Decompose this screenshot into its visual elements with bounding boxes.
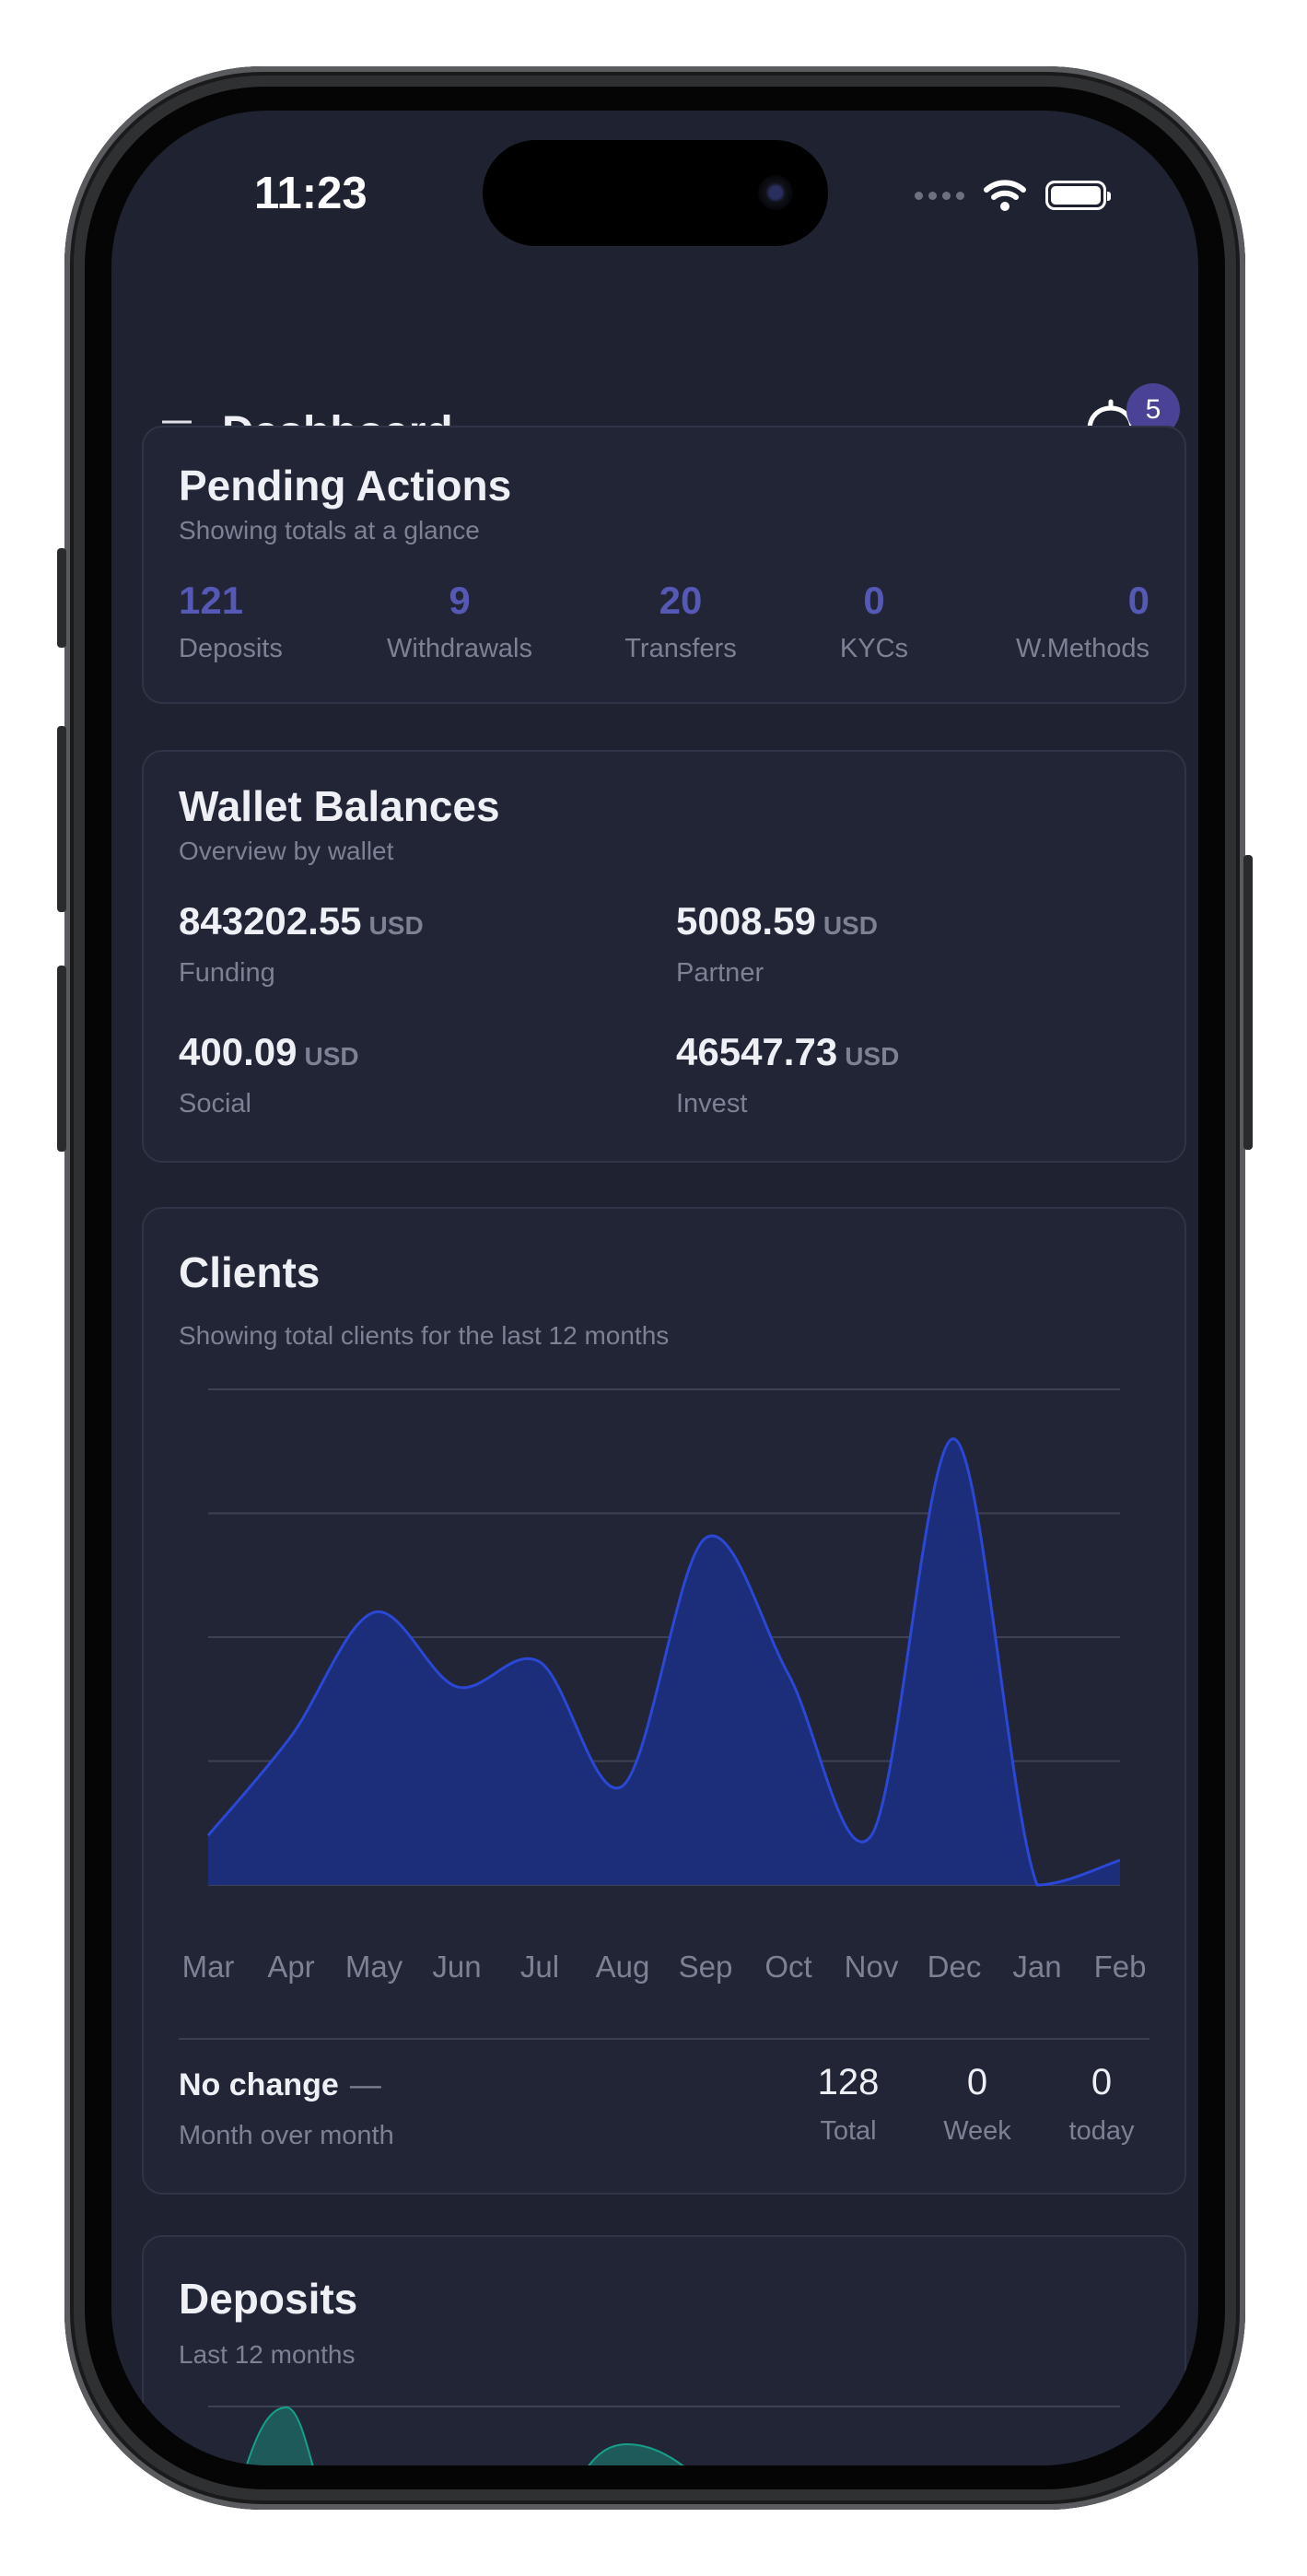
deposits-area <box>588 2442 684 2465</box>
wallet-amount: 5008.59 <box>676 899 816 943</box>
x-tick-label: Sep <box>678 1950 733 1984</box>
wallet-funding[interactable]: 843202.55 USD Funding <box>179 899 424 989</box>
deposits-area-chart <box>208 2406 1120 2465</box>
deposits-area <box>245 2406 314 2465</box>
stat-value: 9 <box>449 579 471 622</box>
divider <box>179 2038 1149 2040</box>
deposits-card: Deposits Last 12 months <box>142 2235 1186 2465</box>
wallet-label: Invest <box>676 1089 748 1118</box>
stat-kycs[interactable]: 0 KYCs <box>833 579 916 664</box>
wallet-currency: USD <box>823 911 878 940</box>
dynamic-island <box>483 140 828 246</box>
power-button <box>1243 855 1253 1150</box>
x-tick-label: Dec <box>927 1950 982 1984</box>
card-subtitle: Overview by wallet <box>179 837 394 865</box>
change-caption: Month over month <box>179 2121 394 2150</box>
wallet-amount: 400.09 <box>179 1030 298 1073</box>
wallet-label: Funding <box>179 958 275 988</box>
clients-area-chart <box>206 1388 1121 1887</box>
wallet-currency: USD <box>845 1042 900 1071</box>
wallet-currency: USD <box>304 1042 359 1071</box>
stat-label: W.Methods <box>1015 634 1149 663</box>
x-tick-label: Apr <box>267 1950 315 1984</box>
screen: 11:23 Dashboard 5 Pending Actions Showin… <box>111 111 1198 2465</box>
wallet-balances-card: Wallet Balances Overview by wallet 84320… <box>142 750 1186 1163</box>
x-tick-label: Jun <box>432 1950 482 1984</box>
stat-value: 0 <box>1091 2062 1113 2102</box>
x-tick-label: Aug <box>595 1950 650 1984</box>
camera-icon <box>758 175 793 210</box>
stat-label: Deposits <box>179 634 283 663</box>
pending-stats: 121 Deposits 9 Withdrawals 20 Transfers … <box>179 579 1149 671</box>
stat-label: Transfers <box>624 634 737 663</box>
x-tick-label: Oct <box>764 1950 812 1984</box>
status-icons <box>915 175 1111 216</box>
stat-label: KYCs <box>839 634 909 663</box>
clients-total: 128 Total <box>788 2062 908 2147</box>
clients-today: 0 today <box>1051 2062 1152 2147</box>
x-tick-label: Nov <box>844 1950 899 1984</box>
stat-withdrawals[interactable]: 9 Withdrawals <box>381 579 538 664</box>
battery-icon <box>1045 181 1111 210</box>
x-tick-label: Jul <box>519 1950 560 1984</box>
volume-down-button <box>57 966 66 1152</box>
signal-icon <box>915 191 964 200</box>
clients-week: 0 Week <box>927 2062 1028 2147</box>
card-title: Wallet Balances <box>179 782 500 830</box>
x-tick-label: May <box>344 1950 403 1984</box>
stat-withdrawal-methods[interactable]: 0 W.Methods <box>1016 579 1149 664</box>
stat-label: Total <box>820 2116 877 2146</box>
change-label: No change <box>179 2067 339 2102</box>
change-indicator: No change — <box>179 2067 381 2103</box>
clients-card: Clients Showing total clients for the la… <box>142 1207 1186 2195</box>
wallet-currency: USD <box>368 911 424 940</box>
status-time: 11:23 <box>254 169 368 218</box>
wallet-invest[interactable]: 46547.73 USD Invest <box>676 1030 899 1119</box>
wallet-amount: 843202.55 <box>179 899 362 943</box>
stat-value: 128 <box>817 2062 880 2102</box>
stat-value: 0 <box>1127 579 1149 622</box>
card-title: Pending Actions <box>179 462 512 509</box>
wallet-amount: 46547.73 <box>676 1030 838 1073</box>
stat-label: Withdrawals <box>387 634 532 663</box>
x-tick-label: Feb <box>1093 1950 1147 1984</box>
wallet-label: Partner <box>676 958 764 988</box>
stat-value: 121 <box>179 579 244 622</box>
stat-value: 20 <box>659 579 703 622</box>
stat-deposits[interactable]: 121 Deposits <box>179 579 283 664</box>
wallet-social[interactable]: 400.09 USD Social <box>179 1030 359 1119</box>
stat-label: Week <box>943 2116 1011 2146</box>
wallet-partner[interactable]: 5008.59 USD Partner <box>676 899 878 989</box>
card-subtitle: Showing totals at a glance <box>179 516 480 544</box>
x-tick-label: Jan <box>1012 1950 1062 1984</box>
action-button <box>57 548 66 648</box>
stat-transfers[interactable]: 20 Transfers <box>612 579 750 664</box>
stat-value: 0 <box>966 2062 988 2102</box>
pending-actions-card: Pending Actions Showing totals at a glan… <box>142 426 1186 704</box>
stat-label: today <box>1068 2116 1135 2146</box>
wifi-icon <box>984 180 1026 211</box>
x-tick-label: Mar <box>181 1950 235 1984</box>
stat-value: 0 <box>863 579 885 622</box>
volume-up-button <box>57 726 66 912</box>
change-dash: — <box>349 2067 381 2102</box>
wallet-label: Social <box>179 1089 251 1118</box>
